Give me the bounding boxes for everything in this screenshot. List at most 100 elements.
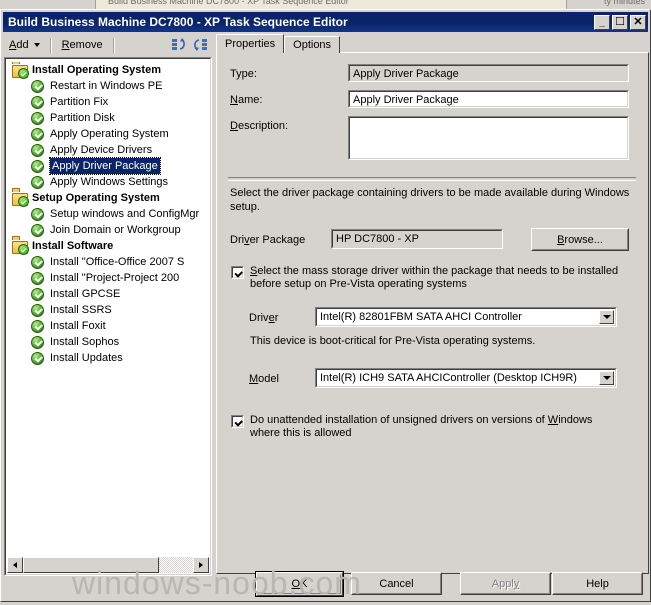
add-button[interactable]: AAdddd	[3, 36, 46, 55]
tree-item[interactable]: Restart in Windows PE	[6, 78, 210, 94]
name-field[interactable]: Apply Driver Package	[348, 90, 629, 108]
tab-options[interactable]: Options	[284, 36, 341, 53]
task-sequence-tree[interactable]: Install Operating System Restart in Windo…	[6, 62, 210, 556]
mass-storage-line2: before setup on Pre-Vista operating syst…	[250, 278, 467, 290]
green-check-icon	[30, 302, 46, 318]
arrow-left-icon	[13, 562, 17, 568]
tree-item[interactable]: Install "Office-Office 2007 S	[6, 254, 210, 270]
remove-button[interactable]: Remove	[56, 36, 109, 55]
tree-item[interactable]: Partition Disk	[6, 110, 210, 126]
close-button[interactable]: ✕	[630, 14, 646, 30]
scrollbar-track[interactable]	[23, 557, 193, 573]
background-window-title: Build Business Machine DC7800 - XP Task …	[108, 0, 349, 6]
unattended-line2: where this is allowed	[250, 427, 352, 439]
tree-item[interactable]: Install Updates	[6, 350, 210, 366]
background-window-right-text: ty minutes	[603, 0, 645, 6]
move-up-icon	[172, 38, 185, 50]
green-check-icon	[30, 94, 46, 110]
toolbar-separator-2	[112, 37, 115, 53]
scroll-right-button[interactable]	[193, 557, 209, 573]
task-sequence-editor-window: Build Business Machine DC7800 - XP Task …	[0, 9, 651, 602]
tree-item[interactable]: Install Foxit	[6, 318, 210, 334]
tree-item[interactable]: Install Operating System	[6, 62, 210, 79]
chevron-down-icon	[602, 315, 611, 319]
title-bar: Build Business Machine DC7800 - XP Task …	[3, 12, 648, 32]
maximize-button[interactable]: ☐	[612, 14, 628, 30]
green-check-icon	[30, 126, 46, 142]
description-field[interactable]	[348, 116, 629, 160]
minimize-icon: _	[599, 16, 605, 28]
tab-properties[interactable]: Properties	[216, 34, 285, 53]
tree-item[interactable]: Install GPCSE	[6, 286, 210, 302]
scroll-left-button[interactable]	[7, 557, 23, 573]
green-check-icon	[30, 110, 46, 126]
background-window-strip: Build Business Machine DC7800 - XP Task …	[0, 0, 651, 9]
scrollbar-thumb[interactable]	[23, 557, 159, 573]
section-divider	[228, 177, 636, 181]
mass-storage-checkbox[interactable]	[231, 266, 244, 279]
unattended-checkbox[interactable]	[231, 415, 244, 428]
driver-combo-arrow[interactable]	[599, 310, 614, 324]
tree-item-label: Install SSRS	[50, 304, 112, 316]
driver-combo-value[interactable]: Intel(R) 82801FBM SATA AHCI Controller	[316, 308, 616, 326]
tree-item[interactable]: Apply Windows Settings	[6, 174, 210, 190]
model-combo[interactable]: Intel(R) ICH9 SATA AHCIController (Deskt…	[315, 368, 617, 388]
tree-item[interactable]: Partition Fix	[6, 94, 210, 110]
description-label: Description:	[230, 120, 289, 132]
driver-combo[interactable]: Intel(R) 82801FBM SATA AHCI Controller	[315, 307, 617, 327]
close-icon: ✕	[633, 15, 643, 28]
type-label: Type:	[230, 68, 257, 80]
driver-package-value: HP DC7800 - XP	[332, 230, 502, 248]
name-value[interactable]: Apply Driver Package	[349, 91, 628, 107]
ok-button[interactable]: OK	[255, 571, 344, 597]
browse-button[interactable]: Browse...	[531, 228, 629, 251]
window-title: Build Business Machine DC7800 - XP Task …	[8, 15, 348, 29]
model-combo-arrow[interactable]	[599, 371, 614, 385]
tree-item-label: Partition Disk	[50, 112, 115, 124]
model-label: Model	[249, 373, 279, 385]
tree-item[interactable]: Install Software	[6, 238, 210, 255]
mass-storage-checkbox-row[interactable]: Select the mass storage driver within th…	[231, 265, 631, 291]
green-check-icon	[30, 142, 46, 158]
unattended-line1: Do unattended installation of unsigned d…	[250, 414, 593, 426]
tree-item[interactable]: Apply Driver Package	[6, 157, 210, 175]
tree-horizontal-scrollbar[interactable]	[7, 557, 209, 573]
driver-package-field: HP DC7800 - XP	[331, 229, 503, 249]
folder-icon	[12, 190, 29, 207]
help-button-inner: Help	[553, 573, 642, 594]
green-check-icon	[30, 78, 46, 94]
description-value[interactable]	[349, 117, 628, 159]
tree-item-label: Join Domain or Workgroup	[50, 224, 181, 236]
browse-button-label: Browse...	[557, 233, 603, 246]
move-down-button[interactable]	[190, 36, 212, 55]
tree-item-label: Install Sophos	[50, 336, 120, 348]
help-button[interactable]: Help	[552, 572, 643, 595]
browse-button-inner: Browse...	[532, 229, 628, 250]
tree-item[interactable]: Install SSRS	[6, 302, 210, 318]
arrow-right-icon	[199, 562, 203, 568]
model-combo-value[interactable]: Intel(R) ICH9 SATA AHCIController (Deskt…	[316, 369, 616, 387]
tree-item-label: Apply Driver Package	[49, 157, 161, 175]
green-check-icon	[30, 334, 46, 350]
tree-item[interactable]: Setup windows and ConfigMgr	[6, 206, 210, 222]
move-up-button[interactable]	[168, 36, 190, 55]
cancel-button[interactable]: Cancel	[351, 572, 442, 595]
green-check-icon	[30, 158, 46, 174]
type-field: Apply Driver Package	[348, 64, 629, 82]
tab-options-label: Options	[293, 39, 332, 51]
folder-icon	[12, 238, 29, 255]
tree-item[interactable]: Apply Operating System	[6, 126, 210, 142]
unattended-checkbox-row[interactable]: Do unattended installation of unsigned d…	[231, 414, 631, 440]
tree-item[interactable]: Join Domain or Workgroup	[6, 222, 210, 238]
cancel-button-inner: Cancel	[352, 573, 441, 594]
green-check-icon	[30, 270, 46, 286]
mass-storage-line1: Select the mass storage driver within th…	[250, 265, 619, 277]
tree-item[interactable]: Apply Device Drivers	[6, 142, 210, 158]
tree-item[interactable]: Setup Operating System	[6, 190, 210, 207]
tree-item[interactable]: Install "Project-Project 200	[6, 270, 210, 286]
tree-item-label: Restart in Windows PE	[50, 80, 163, 92]
driver-label: Driver	[249, 312, 279, 324]
minimize-button[interactable]: _	[594, 14, 610, 30]
mass-storage-checkbox-label: Select the mass storage driver within th…	[250, 265, 618, 291]
tree-item[interactable]: Install Sophos	[6, 334, 210, 350]
